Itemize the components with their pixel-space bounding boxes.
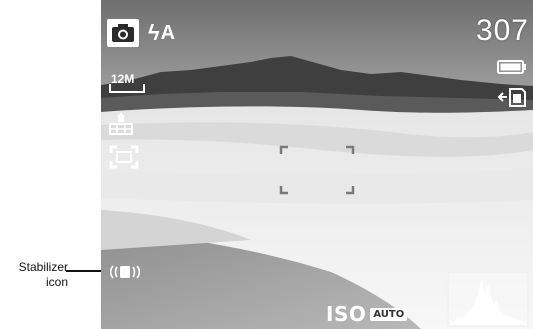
memory-card-icon — [497, 88, 526, 107]
autofocus-icon — [109, 145, 139, 169]
iso-indicator: ISO AUTO — [326, 302, 408, 326]
callout-leader-line — [66, 270, 102, 272]
iso-value-badge: AUTO — [370, 307, 408, 321]
callout-line-1: Stabilizer — [18, 260, 68, 274]
flash-mode-indicator: ϟA — [148, 20, 176, 46]
battery-icon — [497, 60, 526, 74]
stabilizer-icon — [109, 265, 141, 279]
image-size-icon: 12M — [109, 71, 147, 93]
focus-frame — [279, 145, 355, 195]
stabilizer-callout-label: Stabilizer icon — [2, 260, 68, 290]
camera-lcd-screen: ϟA 307 12M ISO AUTO — [101, 0, 533, 329]
quality-icon — [109, 112, 133, 135]
shots-remaining: 307 — [475, 14, 529, 47]
flash-mode-value: A — [160, 21, 177, 44]
iso-label: ISO — [326, 302, 367, 326]
camera-icon — [107, 19, 139, 47]
callout-line-2: icon — [45, 275, 68, 289]
flash-bolt-icon: ϟ — [148, 20, 161, 45]
histogram-icon — [447, 271, 529, 327]
